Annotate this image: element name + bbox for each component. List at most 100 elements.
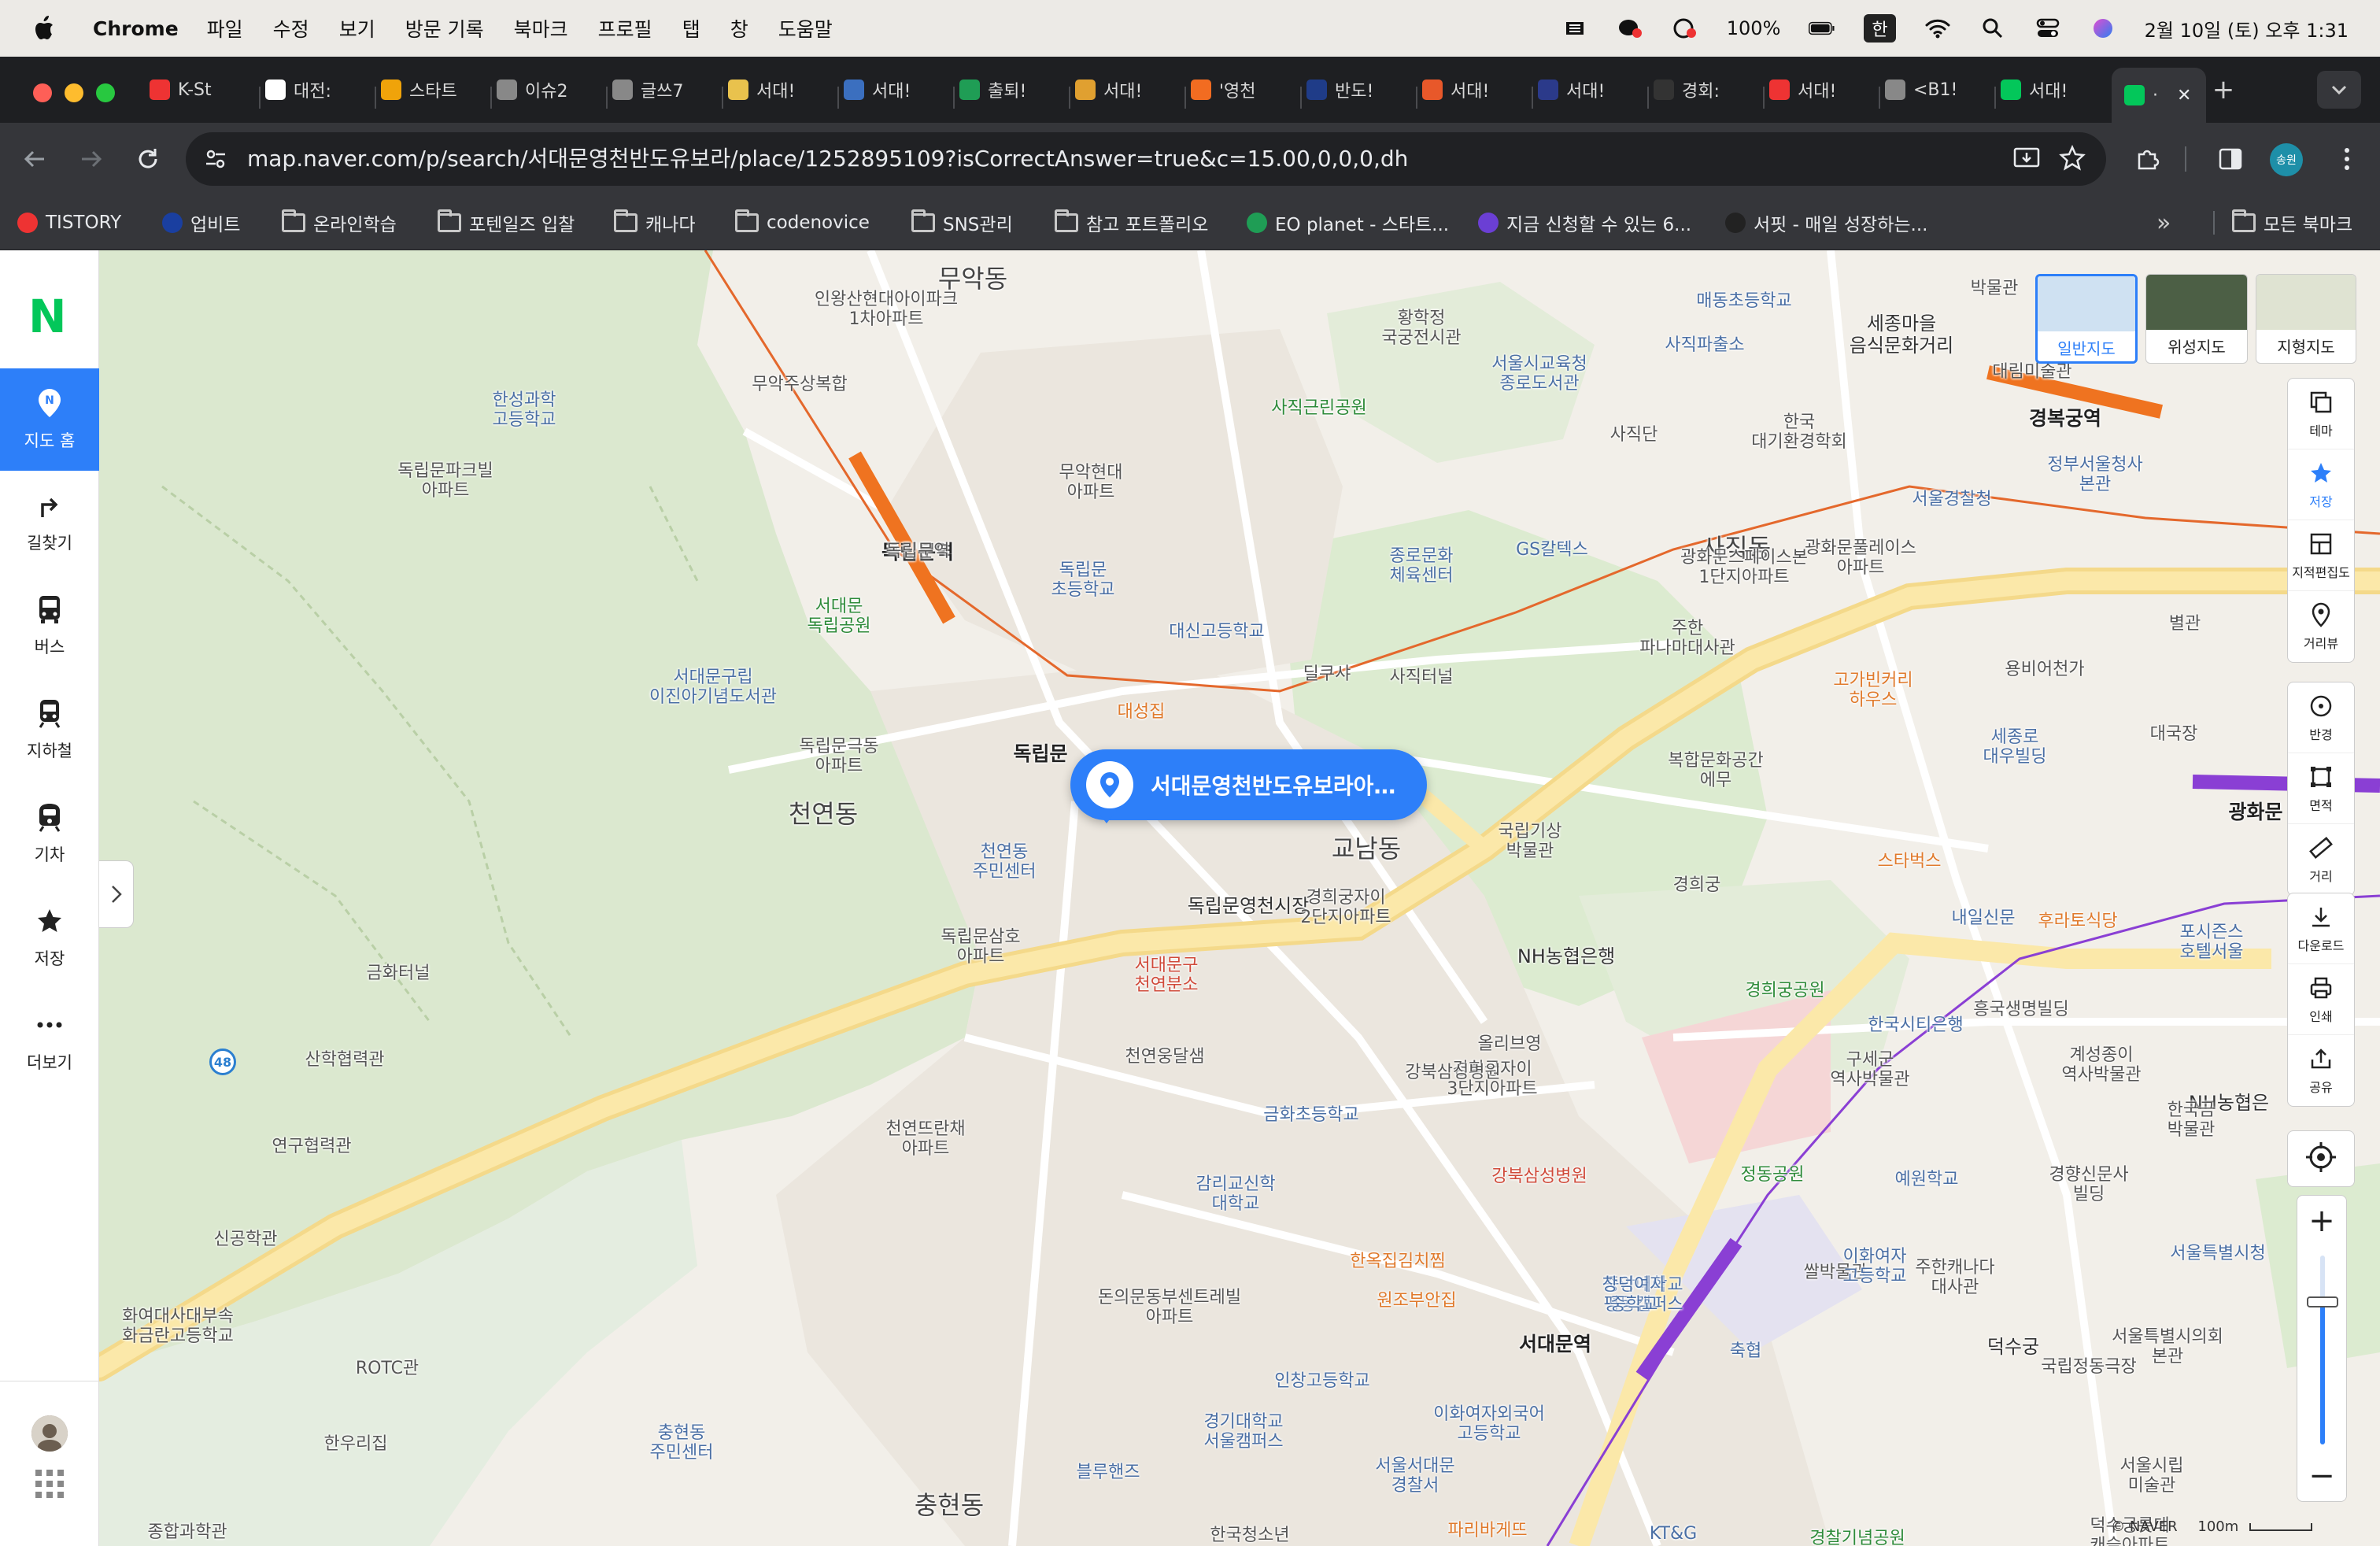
map-label[interactable]: 광화문스페이스본 1단지아파트 [1680, 548, 1808, 588]
map-label[interactable]: 화여대사대부속 화금란고등학교 [122, 1307, 234, 1347]
tab-close-icon[interactable]: ✕ [2177, 86, 2191, 105]
bookmark-folder[interactable]: codenovice [735, 195, 870, 250]
tool-radius[interactable]: 반경 [2288, 682, 2354, 753]
map-label[interactable]: 이화여자 고등학교 [1843, 1247, 1907, 1287]
map-label[interactable]: 독립문파크빌 아파트 [397, 461, 493, 501]
map-label[interactable]: 용비어천가 [2005, 660, 2084, 679]
tool-distance[interactable]: 거리 [2288, 824, 2354, 895]
browser-tab[interactable]: 대전: [265, 68, 371, 112]
map-label[interactable]: 주한 파나마대사관 [1639, 619, 1735, 659]
bookmark-link[interactable]: EO planet - 스타트... [1247, 195, 1449, 250]
map-label[interactable]: 금화초등학교 [1263, 1105, 1358, 1125]
browser-tab[interactable]: 서대! [1075, 68, 1181, 112]
map-label[interactable]: ROTC관 [356, 1359, 419, 1378]
browser-tab[interactable]: 경회: [1654, 68, 1760, 112]
map-type-normal[interactable]: 일반지도 [2035, 274, 2138, 364]
browser-tab[interactable]: 스타트 [381, 68, 487, 112]
map-label[interactable]: 파리바게뜨 [1447, 1521, 1527, 1540]
map-label[interactable]: 대신고등학교 [1169, 622, 1264, 642]
map-label[interactable]: 창덕여자 중학교 [1602, 1275, 1666, 1315]
browser-tab[interactable]: 서대! [2001, 68, 2107, 112]
map-label[interactable]: 정동공원 [1741, 1165, 1805, 1185]
map-label[interactable]: 독립문역 [886, 542, 950, 561]
map-label[interactable]: 충현동 주민센터 [650, 1423, 714, 1463]
browser-tab[interactable]: · ✕ [2112, 68, 2206, 123]
map-label[interactable]: 무악현대 아파트 [1059, 463, 1123, 503]
map-label[interactable]: 독립문 초등학교 [1051, 560, 1115, 601]
map-label[interactable]: 천연뜨란채 아파트 [885, 1119, 965, 1160]
screen-time-icon[interactable] [1672, 17, 1698, 40]
map-label[interactable]: 경향신문사 빌딩 [2049, 1165, 2128, 1205]
user-avatar[interactable] [31, 1415, 68, 1452]
map-label[interactable]: 경복궁역 [2029, 407, 2101, 431]
map-label[interactable]: 국립정동극장 [2041, 1357, 2136, 1377]
bookmark-folder[interactable]: 온라인학습 [282, 195, 397, 250]
map-label[interactable]: 이화여자외국어 고등학교 [1433, 1404, 1545, 1444]
chrome-menu-icon[interactable] [2328, 140, 2366, 178]
map-label[interactable]: 광화문풀레이스 아파트 [1805, 538, 1916, 579]
map-label[interactable]: 예원학교 [1895, 1170, 1959, 1189]
apps-grid-icon[interactable] [35, 1469, 65, 1502]
map-label[interactable]: 세종로 대우빌딩 [1983, 727, 2047, 767]
side-panel-icon[interactable] [2212, 140, 2249, 178]
map-label[interactable]: 서대문역 [1519, 1333, 1591, 1356]
my-location-button[interactable] [2287, 1130, 2355, 1187]
apple-logo-icon[interactable] [31, 15, 55, 42]
nav-bus[interactable]: 버스 [0, 575, 99, 677]
map-label[interactable]: 원조부안집 [1377, 1291, 1456, 1311]
bookmark-folder[interactable]: 캐나다 [614, 195, 695, 250]
tool-theme[interactable]: 테마 [2288, 379, 2354, 449]
browser-tab[interactable]: '영천 [1191, 68, 1297, 112]
tool-area[interactable]: 면적 [2288, 753, 2354, 824]
bookmark-star-icon[interactable] [2059, 144, 2086, 175]
map-label[interactable]: 경희궁공원 [1745, 981, 1824, 1000]
map-label[interactable]: 세종마을 음식문화거리 [1850, 313, 1953, 357]
map-label[interactable]: 사직단 [1610, 425, 1658, 445]
profile-avatar[interactable]: 송원 [2270, 143, 2303, 176]
menu-window[interactable]: 창 [730, 14, 748, 43]
map-label[interactable]: 산학협력관 [305, 1050, 384, 1070]
bookmark-link[interactable]: TISTORY [17, 195, 121, 250]
bookmark-link[interactable]: 서핏 - 매일 성장하는... [1725, 195, 1927, 250]
extensions-icon[interactable] [2128, 140, 2166, 178]
url-text[interactable]: map.naver.com/p/search/서대문영천반도유보라/place/… [247, 132, 1408, 186]
map-label[interactable]: 서울경찰청 [1912, 490, 1991, 509]
map-label[interactable]: 경찰기념공원 [1809, 1529, 1905, 1546]
map-label[interactable]: 사직파출소 [1665, 335, 1744, 355]
map-label[interactable]: 딜쿠샤 [1303, 664, 1351, 684]
browser-tab[interactable]: 서대! [1422, 68, 1528, 112]
browser-tab[interactable]: 서대! [728, 68, 834, 112]
map-label[interactable]: 경희궁자이 2단지아파트 [1300, 888, 1391, 928]
spotlight-search-icon[interactable] [1979, 17, 2006, 40]
map-type-satellite[interactable]: 위성지도 [2145, 274, 2248, 364]
map-label[interactable]: 서대문구 천연분소 [1135, 956, 1199, 996]
map-label[interactable]: 복합문화공간 에무 [1668, 751, 1763, 791]
map-label[interactable]: 서울시립 미술관 [2120, 1456, 2184, 1496]
browser-tab[interactable]: 서대! [1538, 68, 1644, 112]
siri-icon[interactable] [2090, 17, 2116, 40]
zoom-out-button[interactable]: − [2297, 1451, 2346, 1501]
map-label[interactable]: 광화문 [2228, 801, 2282, 824]
map-label[interactable]: NH농협은행 [1517, 945, 1615, 968]
map-label[interactable]: KT&G [1650, 1524, 1697, 1544]
bookmarks-overflow-icon[interactable]: » [2156, 195, 2171, 250]
wifi-icon[interactable] [1924, 17, 1951, 40]
map-label[interactable]: 황학정 국궁전시관 [1381, 309, 1461, 349]
map-label[interactable]: 한성과학 고등학교 [493, 390, 556, 431]
menu-file[interactable]: 파일 [207, 14, 243, 43]
tool-print[interactable]: 인쇄 [2288, 964, 2354, 1035]
chat-app-icon[interactable] [1617, 17, 1643, 40]
map-label[interactable]: GS칼텍스 [1516, 540, 1588, 560]
map-label[interactable]: 종로문화 체육센터 [1390, 546, 1454, 586]
map-label[interactable]: 독립문삼호 아파트 [941, 927, 1020, 967]
browser-tab[interactable]: 글쓰7 [612, 68, 719, 112]
map-label[interactable]: 한국시티은행 [1868, 1015, 1963, 1035]
map-label[interactable]: 인왕산현대아이파크 1차아파트 [815, 290, 958, 330]
map-label[interactable]: 포시즌스 호텔서울 [2180, 923, 2244, 963]
keyboard-app-icon[interactable] [1561, 17, 1588, 40]
map-label[interactable]: 흥국생명빌딩 [1973, 1000, 2068, 1019]
nav-directions[interactable]: 길찾기 [0, 471, 99, 573]
map-label[interactable]: 내일신문 [1952, 908, 2016, 928]
map-label[interactable]: 주한캐나다 대사관 [1915, 1258, 1994, 1298]
map-label[interactable]: 천연동 [789, 800, 858, 829]
